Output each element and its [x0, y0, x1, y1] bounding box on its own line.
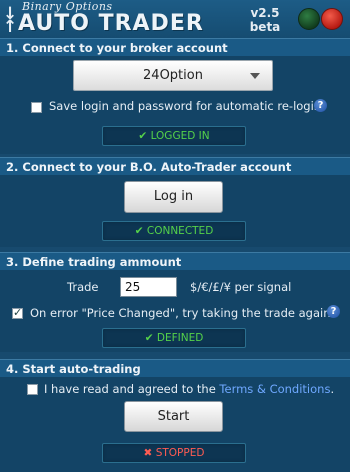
broker-status-badge: ✔ LOGGED IN	[102, 126, 246, 146]
price-changed-checkbox[interactable]	[12, 306, 23, 319]
amount-status-badge: ✔ DEFINED	[102, 328, 246, 348]
check-icon: ✔	[138, 130, 148, 142]
version-label: v2.5 beta	[249, 6, 281, 34]
trading-status-text: STOPPED	[155, 447, 205, 459]
broker-status-text: LOGGED IN	[150, 130, 210, 142]
help-icon[interactable]: ?	[314, 99, 327, 112]
minimize-button[interactable]	[298, 8, 320, 30]
terms-link[interactable]: Terms & Conditions	[219, 382, 330, 396]
autotrader-status-text: CONNECTED	[146, 225, 214, 237]
chevron-down-icon	[250, 73, 260, 79]
check-icon: ✔	[144, 332, 154, 344]
price-changed-label: On error "Price Changed", try taking the…	[30, 306, 335, 320]
save-login-checkbox[interactable]	[31, 102, 42, 113]
logo-arrows-icon: ↓ ↑	[3, 4, 18, 37]
amount-status-text: DEFINED	[156, 332, 204, 344]
trade-label: Trade	[67, 280, 99, 294]
logo-title: AUTO TRADER	[18, 11, 204, 36]
section-autotrader-title: 2. Connect to your B.O. Auto-Trader acco…	[0, 157, 350, 175]
broker-select-value: 24Option	[143, 68, 203, 83]
agree-terms-label: I have read and agreed to the Terms & Co…	[44, 382, 335, 396]
stop-icon: ✖	[143, 447, 153, 459]
check-icon: ✔	[134, 225, 144, 237]
save-login-label: Save login and password for automatic re…	[49, 99, 325, 113]
currency-label: $/€/£/¥ per signal	[190, 280, 292, 294]
trade-amount-input[interactable]: 25	[120, 277, 177, 297]
section-amount-title: 3. Define trading ammount	[0, 252, 350, 270]
login-button[interactable]: Log in	[124, 181, 223, 213]
start-button[interactable]: Start	[124, 401, 223, 432]
help-icon[interactable]: ?	[327, 305, 340, 318]
section-broker-title: 1. Connect to your broker account	[0, 38, 350, 56]
app-header: ↓ ↑ Binary Options AUTO TRADER v2.5 beta	[0, 0, 350, 38]
section-start-title: 4. Start auto-trading	[0, 359, 350, 377]
trading-status-badge: ✖ STOPPED	[102, 443, 246, 463]
broker-select[interactable]: 24Option	[73, 60, 273, 91]
autotrader-status-badge: ✔ CONNECTED	[102, 221, 246, 241]
agree-terms-checkbox[interactable]	[27, 384, 38, 395]
close-button[interactable]	[321, 8, 343, 30]
